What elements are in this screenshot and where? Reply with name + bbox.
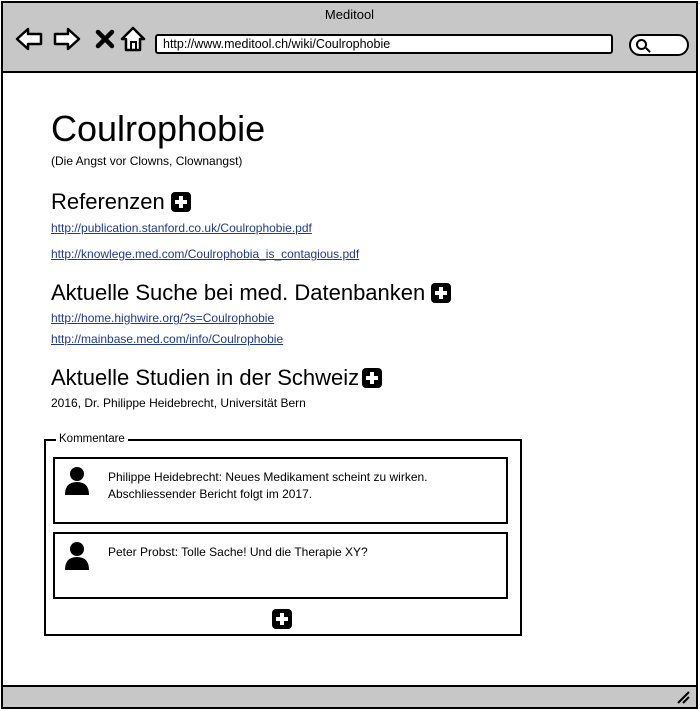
page-subtitle: (Die Angst vor Clowns, Clownangst)	[51, 154, 243, 168]
status-bar	[3, 685, 696, 707]
comment-line: Peter Probst: Tolle Sache! Und die Thera…	[108, 545, 368, 559]
comments-panel: Kommentare Philippe Heidebrecht: Neues M…	[44, 432, 522, 636]
browser-window: Meditool http://www.meditool.ch/wiki/Cou…	[1, 1, 698, 709]
database-link-2[interactable]: http://mainbase.med.com/info/Coulrophobi…	[51, 332, 283, 346]
plus-icon[interactable]	[170, 192, 191, 212]
close-icon[interactable]	[91, 25, 119, 53]
reference-link-1[interactable]: http://publication.stanford.co.uk/Coulro…	[51, 221, 312, 235]
page-title: Coulrophobie	[51, 108, 266, 149]
resize-grip-icon[interactable]	[676, 690, 690, 704]
section-title-databases: Aktuelle Suche bei med. Datenbanken	[51, 280, 426, 305]
comment-item: Philippe Heidebrecht: Neues Medikament s…	[53, 457, 508, 524]
user-icon	[65, 542, 89, 570]
plus-icon[interactable]	[431, 283, 452, 303]
section-title-studies: Aktuelle Studien in der Schweiz	[51, 365, 360, 390]
window-title: Meditool	[324, 7, 375, 22]
comments-legend: Kommentare	[56, 432, 128, 446]
comment-text: Peter Probst: Tolle Sache! Und die Thera…	[108, 544, 498, 561]
url-field[interactable]: http://www.meditool.ch/wiki/Coulrophobie	[155, 34, 613, 54]
section-databases: Aktuelle Suche bei med. Datenbanken	[51, 280, 452, 306]
plus-icon[interactable]	[362, 368, 383, 388]
search-input[interactable]	[629, 34, 689, 56]
section-title-references: Referenzen	[51, 189, 165, 214]
comment-line: Philippe Heidebrecht: Neues Medikament s…	[108, 470, 428, 484]
user-icon	[65, 467, 89, 495]
study-text: 2016, Dr. Philippe Heidebrecht, Universi…	[51, 396, 306, 410]
reference-link-2[interactable]: http://knowlege.med.com/Coulrophobia_is_…	[51, 247, 359, 261]
section-references: Referenzen	[51, 189, 191, 215]
database-link-1[interactable]: http://home.highwire.org/?s=Coulrophobie	[51, 311, 274, 325]
title-bar: Meditool http://www.meditool.ch/wiki/Cou…	[3, 3, 696, 73]
home-icon[interactable]	[119, 25, 147, 53]
arrow-right-icon[interactable]	[53, 25, 81, 53]
comment-item: Peter Probst: Tolle Sache! Und die Thera…	[53, 532, 508, 599]
section-studies: Aktuelle Studien in der Schweiz	[51, 365, 383, 391]
comment-text: Philippe Heidebrecht: Neues Medikament s…	[108, 469, 498, 503]
add-comment-button[interactable]	[272, 609, 292, 629]
comment-line: Abschliessender Bericht folgt im 2017.	[108, 487, 313, 501]
arrow-left-icon[interactable]	[15, 25, 43, 53]
